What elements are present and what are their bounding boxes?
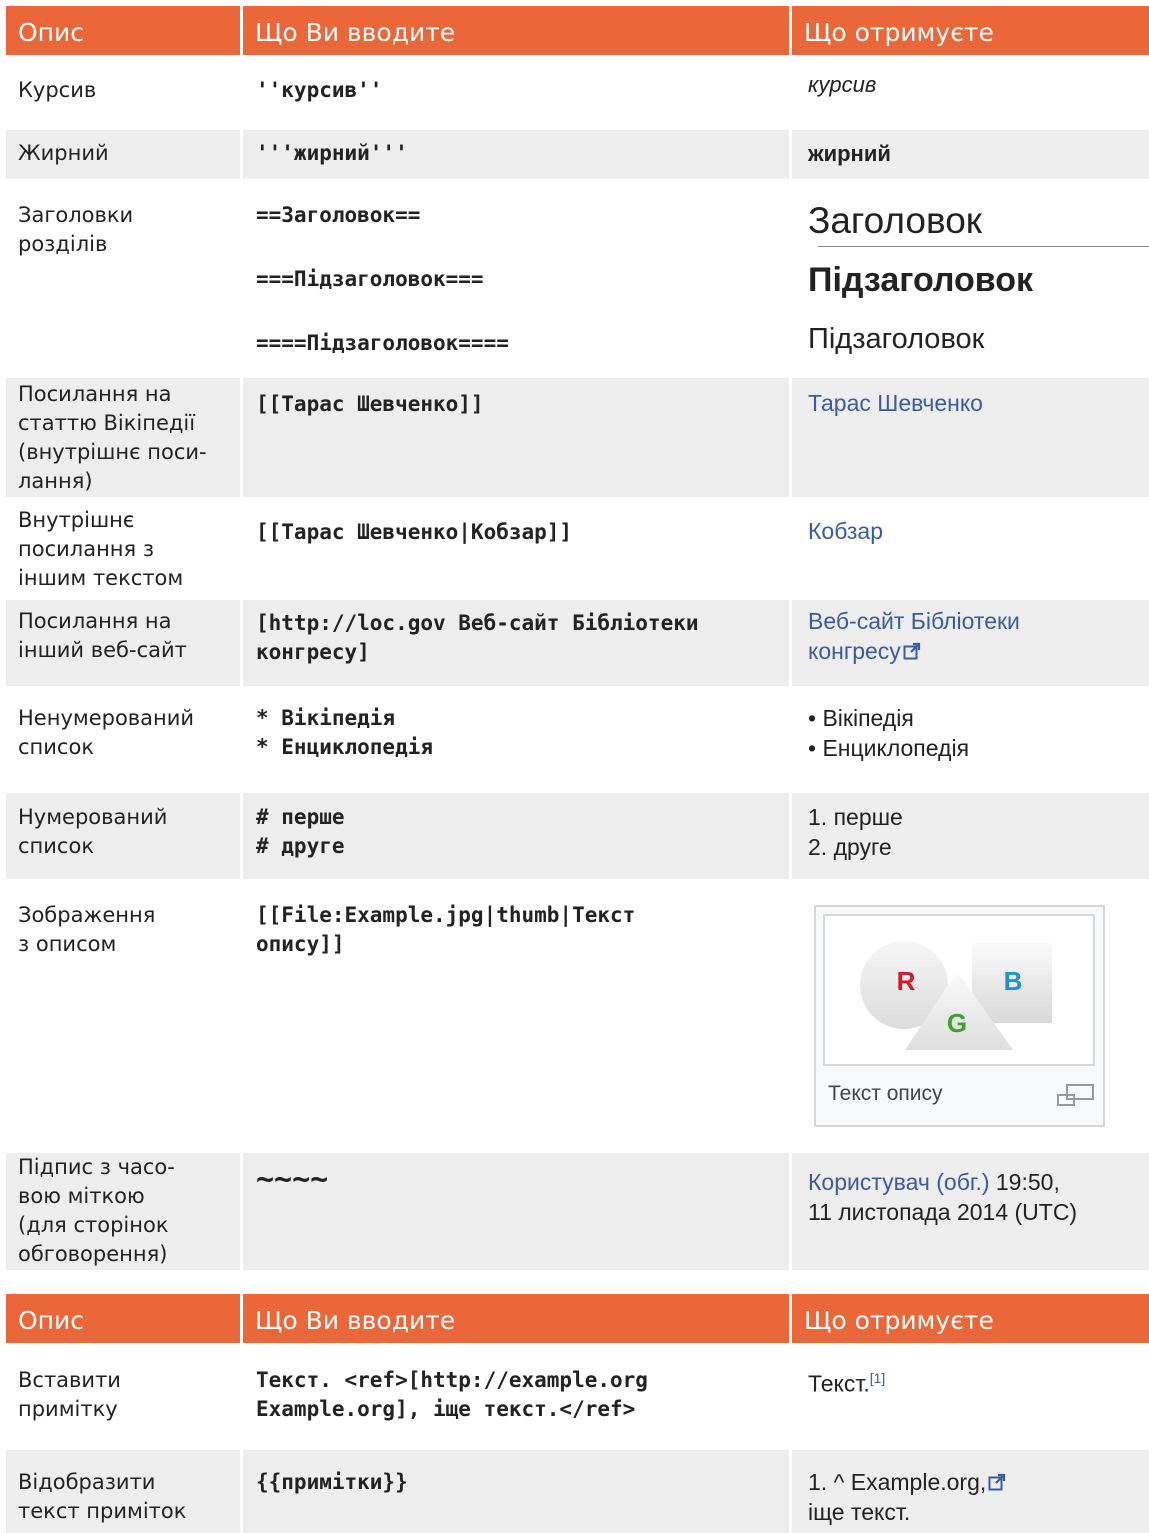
wiki-markup-cheatsheet: Опис Що Ви вводите Що отримуєте Курсив '…: [0, 0, 1149, 1533]
result-references: 1. ^ Example.org, іще текст.: [792, 1450, 1149, 1533]
desc-external-link: Посилання на інший веб-сайт: [6, 600, 240, 686]
rgb-example-image: R G B: [860, 941, 1052, 1050]
enlarge-icon[interactable]: [1057, 1083, 1095, 1107]
user-link[interactable]: Користувач (обг.): [808, 1169, 990, 1195]
list-item: 1. перше: [808, 804, 903, 830]
desc-references: Відобразити текст приміток: [6, 1450, 240, 1533]
row-external-link: Посилання на інший веб-сайт [http://loc.…: [6, 600, 1149, 686]
footnote-link[interactable]: [1]: [870, 1370, 886, 1386]
cheatsheet-table-1: Опис Що Ви вводите Що отримуєте: [6, 6, 1149, 55]
desc-piped-link: Внутрішнє посилання з іншим текстом: [6, 500, 240, 597]
reference-entry: 1. ^ Example.org,: [808, 1469, 987, 1495]
result-external-link-cell: Веб-сайт Бібліотеки конгресу: [792, 600, 1149, 686]
letter-b: B: [1004, 966, 1023, 996]
list-item: 2. друге: [808, 834, 892, 860]
result-ref: Текст.[1]: [792, 1343, 1149, 1450]
code-external-link: [http://loc.gov Веб-сайт Бібліотеки конг…: [243, 600, 789, 686]
code-numbered-list: # перше # друге: [243, 793, 789, 879]
result-signature: Користувач (обг.) 19:50, 11 листопада 20…: [792, 1153, 1149, 1270]
letter-r: R: [897, 966, 916, 996]
list-item: • Вікіпедія: [808, 705, 914, 731]
result-internal-link-cell: Тарас Шевченко: [792, 378, 1149, 497]
row-signature: Підпис з часо- вою міткою (для сторінок …: [6, 1153, 1149, 1270]
heading-level-2: Заголовок: [808, 200, 982, 241]
cheatsheet-table-2: Опис Що Ви вводите Що отримуєте: [6, 1294, 1149, 1343]
heading-level-4: Підзаголовок: [808, 323, 985, 355]
header-result: Що отримуєте: [792, 6, 1149, 55]
row-numbered-list: Нумерований список # перше # друге 1. пе…: [6, 793, 1149, 879]
row-bold: Жирний '''жирний''' жирний: [6, 130, 1149, 179]
row-ref: Вставити примітку Текст. <ref>[http://ex…: [6, 1343, 1149, 1450]
internal-link[interactable]: Тарас Шевченко: [808, 390, 983, 416]
image-thumbnail[interactable]: R G B Текст опису: [814, 905, 1105, 1127]
result-numbered-list: 1. перше 2. друге: [792, 793, 1149, 879]
desc-signature: Підпис з часо- вою міткою (для сторінок …: [6, 1153, 240, 1270]
result-image: R G B Текст опису: [792, 879, 1149, 1150]
row-headings: Заголовки розділів ==Заголовок== ===Підз…: [6, 179, 1149, 378]
code-headings: ==Заголовок== ===Підзаголовок=== ====Під…: [243, 179, 789, 378]
list-item: • Енциклопедія: [808, 735, 970, 761]
row-internal-link: Посилання на статтю Вікіпедії (внутрішнє…: [6, 378, 1149, 497]
result-italic: курсив: [792, 58, 1149, 130]
desc-numbered-list: Нумерований список: [6, 793, 240, 879]
header-description: Опис: [6, 1294, 240, 1343]
code-references: {{примітки}}: [243, 1450, 789, 1533]
header-input: Що Ви вводите: [243, 6, 789, 55]
row-image: Зображення з описом [[File:Example.jpg|t…: [6, 879, 1149, 1150]
external-link-icon[interactable]: [988, 1473, 1006, 1491]
code-ref: Текст. <ref>[http://example.org Example.…: [243, 1343, 789, 1450]
piped-link[interactable]: Кобзар: [808, 518, 883, 544]
desc-ref: Вставити примітку: [6, 1343, 240, 1450]
result-headings: Заголовок Підзаголовок Підзаголовок: [792, 179, 1149, 378]
row-bullet-list: Ненумерований список * Вікіпедія * Енцик…: [6, 686, 1149, 793]
desc-bullet-list: Ненумерований список: [6, 686, 240, 793]
desc-image: Зображення з описом: [6, 879, 240, 1150]
desc-headings: Заголовки розділів: [6, 179, 240, 378]
result-piped-link-cell: Кобзар: [792, 500, 1149, 597]
external-link[interactable]: Веб-сайт Бібліотеки конгресу: [808, 606, 1149, 666]
thumbnail-image-frame: R G B: [823, 914, 1095, 1066]
heading-underline: [818, 246, 1149, 247]
row-italic: Курсив ''курсив'' курсив: [6, 58, 1149, 130]
desc-bold: Жирний: [6, 130, 240, 179]
header-input: Що Ви вводите: [243, 1294, 789, 1343]
code-italic: ''курсив'': [243, 58, 789, 130]
result-bullet-list: • Вікіпедія • Енциклопедія: [792, 686, 1149, 793]
row-piped-link: Внутрішнє посилання з іншим текстом [[Та…: [6, 500, 1149, 597]
code-internal-link: [[Тарас Шевченко]]: [243, 378, 789, 497]
header-description: Опис: [6, 6, 240, 55]
external-link-icon: [903, 642, 920, 660]
code-piped-link: [[Тарас Шевченко|Кобзар]]: [243, 500, 789, 597]
desc-internal-link: Посилання на статтю Вікіпедії (внутрішнє…: [6, 378, 240, 497]
row-references: Відобразити текст приміток {{примітки}} …: [6, 1450, 1149, 1533]
result-bold: жирний: [792, 130, 1149, 179]
desc-italic: Курсив: [6, 58, 240, 130]
code-signature: ~~~~: [243, 1153, 789, 1270]
code-bullet-list: * Вікіпедія * Енциклопедія: [243, 686, 789, 793]
letter-g: G: [947, 1008, 967, 1038]
thumbnail-caption: Текст опису: [828, 1082, 943, 1105]
code-image: [[File:Example.jpg|thumb|Текст опису]]: [243, 879, 789, 1150]
code-bold: '''жирний''': [243, 130, 789, 179]
header-result: Що отримуєте: [792, 1294, 1149, 1343]
heading-level-3: Підзаголовок: [808, 261, 1034, 299]
